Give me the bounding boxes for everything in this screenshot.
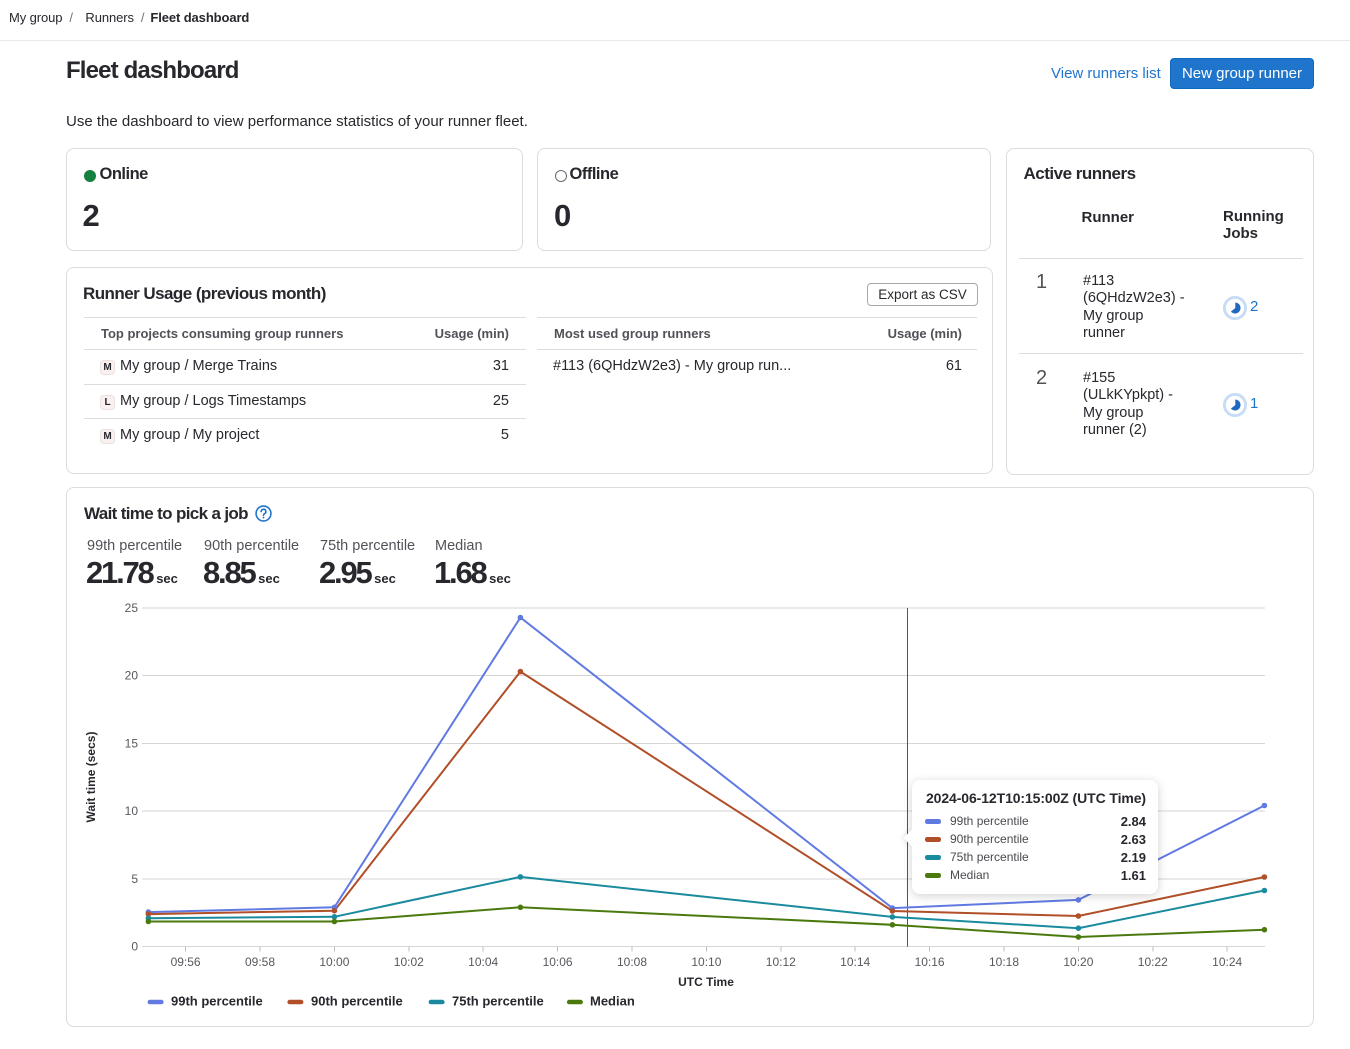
svg-text:10:22: 10:22: [1138, 955, 1168, 969]
svg-text:09:56: 09:56: [171, 955, 201, 969]
svg-text:10:10: 10:10: [691, 955, 721, 969]
svg-text:09:58: 09:58: [245, 955, 275, 969]
svg-text:10:18: 10:18: [989, 955, 1019, 969]
svg-text:99th percentile: 99th percentile: [171, 994, 263, 1009]
svg-text:10:20: 10:20: [1063, 955, 1093, 969]
svg-text:0: 0: [131, 940, 138, 954]
svg-text:10:00: 10:00: [319, 955, 349, 969]
svg-text:10:16: 10:16: [915, 955, 945, 969]
svg-text:10:02: 10:02: [394, 955, 424, 969]
svg-text:10: 10: [125, 804, 139, 818]
svg-text:25: 25: [125, 601, 139, 615]
svg-text:Wait time (secs): Wait time (secs): [84, 732, 98, 823]
svg-text:10:12: 10:12: [766, 955, 796, 969]
svg-text:10:08: 10:08: [617, 955, 647, 969]
svg-text:10:14: 10:14: [840, 955, 870, 969]
svg-text:20: 20: [125, 669, 139, 683]
svg-text:10:04: 10:04: [468, 955, 498, 969]
svg-text:75th percentile: 75th percentile: [452, 994, 544, 1009]
svg-text:UTC Time: UTC Time: [678, 975, 734, 989]
svg-text:90th percentile: 90th percentile: [311, 994, 403, 1009]
svg-text:10:24: 10:24: [1212, 955, 1242, 969]
svg-text:15: 15: [125, 736, 139, 750]
svg-text:5: 5: [131, 872, 138, 886]
svg-text:Median: Median: [590, 994, 635, 1009]
svg-text:10:06: 10:06: [543, 955, 573, 969]
